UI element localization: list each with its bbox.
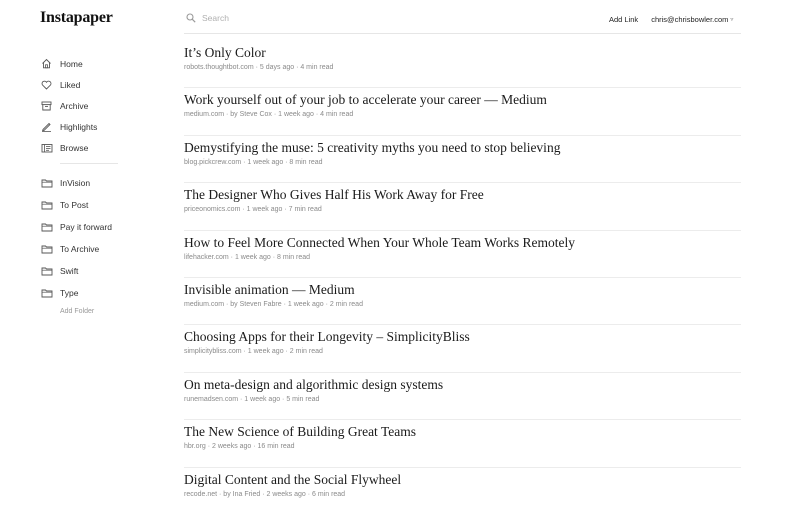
- article-item[interactable]: Choosing Apps for their Longevity – Simp…: [184, 325, 741, 373]
- article-item[interactable]: Demystifying the muse: 5 creativity myth…: [184, 136, 741, 184]
- article-title[interactable]: Digital Content and the Social Flywheel: [184, 471, 741, 489]
- article-item[interactable]: The Designer Who Gives Half His Work Awa…: [184, 183, 741, 231]
- add-link-button[interactable]: Add Link: [609, 15, 638, 24]
- sidebar-item-highlights[interactable]: Highlights: [40, 116, 160, 137]
- sidebar-item-browse[interactable]: Browse: [40, 137, 160, 158]
- article-title[interactable]: How to Feel More Connected When Your Who…: [184, 234, 741, 252]
- user-menu[interactable]: chris@chrisbowler.com ▿: [651, 15, 733, 24]
- sidebar-folder-pay-it-forward[interactable]: Pay it forward: [40, 216, 160, 238]
- add-folder-button[interactable]: Add Folder: [60, 308, 160, 315]
- home-icon: [40, 58, 53, 70]
- folder-icon: [40, 265, 53, 277]
- article-meta: medium.com · by Steve Cox · 1 week ago ·…: [184, 111, 354, 119]
- app-logo[interactable]: Instapaper: [40, 9, 113, 27]
- article-meta: robots.thoughtbot.com · 5 days ago · 4 m…: [184, 64, 334, 71]
- sidebar-item-label: To Post: [60, 200, 89, 210]
- sidebar-item-label: Highlights: [60, 121, 98, 132]
- chevron-down-icon[interactable]: ▿: [730, 16, 733, 23]
- article-list: It’s Only Color robots.thoughtbot.com · …: [184, 41, 741, 507]
- folder-icon: [40, 243, 53, 255]
- sidebar-item-label: Home: [60, 58, 83, 69]
- sidebar-item-home[interactable]: Home: [40, 53, 160, 74]
- article-title[interactable]: The New Science of Building Great Teams: [184, 423, 741, 441]
- folder-icon: [40, 177, 53, 189]
- article-meta: lifehacker.com · 1 week ago · 8 min read: [184, 253, 311, 261]
- article-meta: blog.pickcrew.com · 1 week ago · 8 min r…: [184, 158, 323, 166]
- search-bar[interactable]: Search: [186, 13, 229, 23]
- article-item[interactable]: How to Feel More Connected When Your Who…: [184, 231, 741, 278]
- article-title[interactable]: Invisible animation — Medium: [184, 281, 741, 299]
- sidebar-item-label: InVision: [60, 178, 91, 188]
- sidebar-divider: [60, 163, 118, 164]
- sidebar-folder-to-post[interactable]: To Post: [40, 194, 160, 216]
- sidebar-item-label: Swift: [60, 266, 79, 276]
- article-item[interactable]: Work yourself out of your job to acceler…: [184, 88, 741, 136]
- header-divider: [184, 33, 741, 34]
- article-title[interactable]: On meta-design and algorithmic design sy…: [184, 376, 741, 394]
- article-item[interactable]: Invisible animation — Medium medium.com …: [184, 278, 741, 326]
- user-email[interactable]: chris@chrisbowler.com: [651, 15, 728, 24]
- folder-icon: [40, 287, 53, 299]
- article-item[interactable]: It’s Only Color robots.thoughtbot.com · …: [184, 41, 741, 89]
- article-item[interactable]: On meta-design and algorithmic design sy…: [184, 373, 741, 421]
- article-title[interactable]: Demystifying the muse: 5 creativity myth…: [184, 139, 741, 157]
- heart-icon: [40, 79, 53, 91]
- pen-icon: [40, 121, 53, 133]
- search-input[interactable]: Search: [202, 13, 229, 23]
- sidebar-item-label: Liked: [60, 79, 81, 90]
- article-item[interactable]: The New Science of Building Great Teams …: [184, 420, 741, 468]
- sidebar-item-label: Pay it forward: [60, 222, 112, 232]
- article-meta: runemadsen.com · 1 week ago · 5 min read: [184, 395, 320, 403]
- article-meta: priceonomics.com · 1 week ago · 7 min re…: [184, 206, 322, 214]
- folder-icon: [40, 221, 53, 233]
- sidebar-folder-invision[interactable]: InVision: [40, 172, 160, 194]
- sidebar-folder-to-archive[interactable]: To Archive: [40, 238, 160, 260]
- sidebar-item-label: Type: [60, 288, 79, 298]
- sidebar-item-label: Archive: [60, 100, 89, 111]
- search-icon[interactable]: [186, 13, 196, 23]
- article-item[interactable]: Digital Content and the Social Flywheel …: [184, 468, 741, 507]
- folder-icon: [40, 199, 53, 211]
- article-title[interactable]: The Designer Who Gives Half His Work Awa…: [184, 186, 741, 204]
- article-meta: recode.net · by Ina Fried · 2 weeks ago …: [184, 490, 346, 498]
- sidebar-item-archive[interactable]: Archive: [40, 95, 160, 116]
- article-title[interactable]: Choosing Apps for their Longevity – Simp…: [184, 328, 741, 346]
- sidebar-item-label: To Archive: [60, 244, 100, 254]
- sidebar: Home Liked Archive Highlights Browse InV…: [40, 53, 160, 315]
- article-meta: simplicitybliss.com · 1 week ago · 2 min…: [184, 348, 323, 356]
- article-title[interactable]: It’s Only Color: [184, 44, 741, 62]
- sidebar-item-label: Browse: [60, 142, 89, 153]
- archive-icon: [40, 100, 53, 112]
- article-meta: medium.com · by Steven Fabre · 1 week ag…: [184, 300, 363, 308]
- sidebar-item-liked[interactable]: Liked: [40, 74, 160, 95]
- article-meta: hbr.org · 2 weeks ago · 16 min read: [184, 443, 295, 451]
- sidebar-folder-swift[interactable]: Swift: [40, 260, 160, 282]
- sidebar-folder-type[interactable]: Type: [40, 282, 160, 304]
- browse-icon: [40, 142, 53, 154]
- article-title[interactable]: Work yourself out of your job to acceler…: [184, 91, 741, 109]
